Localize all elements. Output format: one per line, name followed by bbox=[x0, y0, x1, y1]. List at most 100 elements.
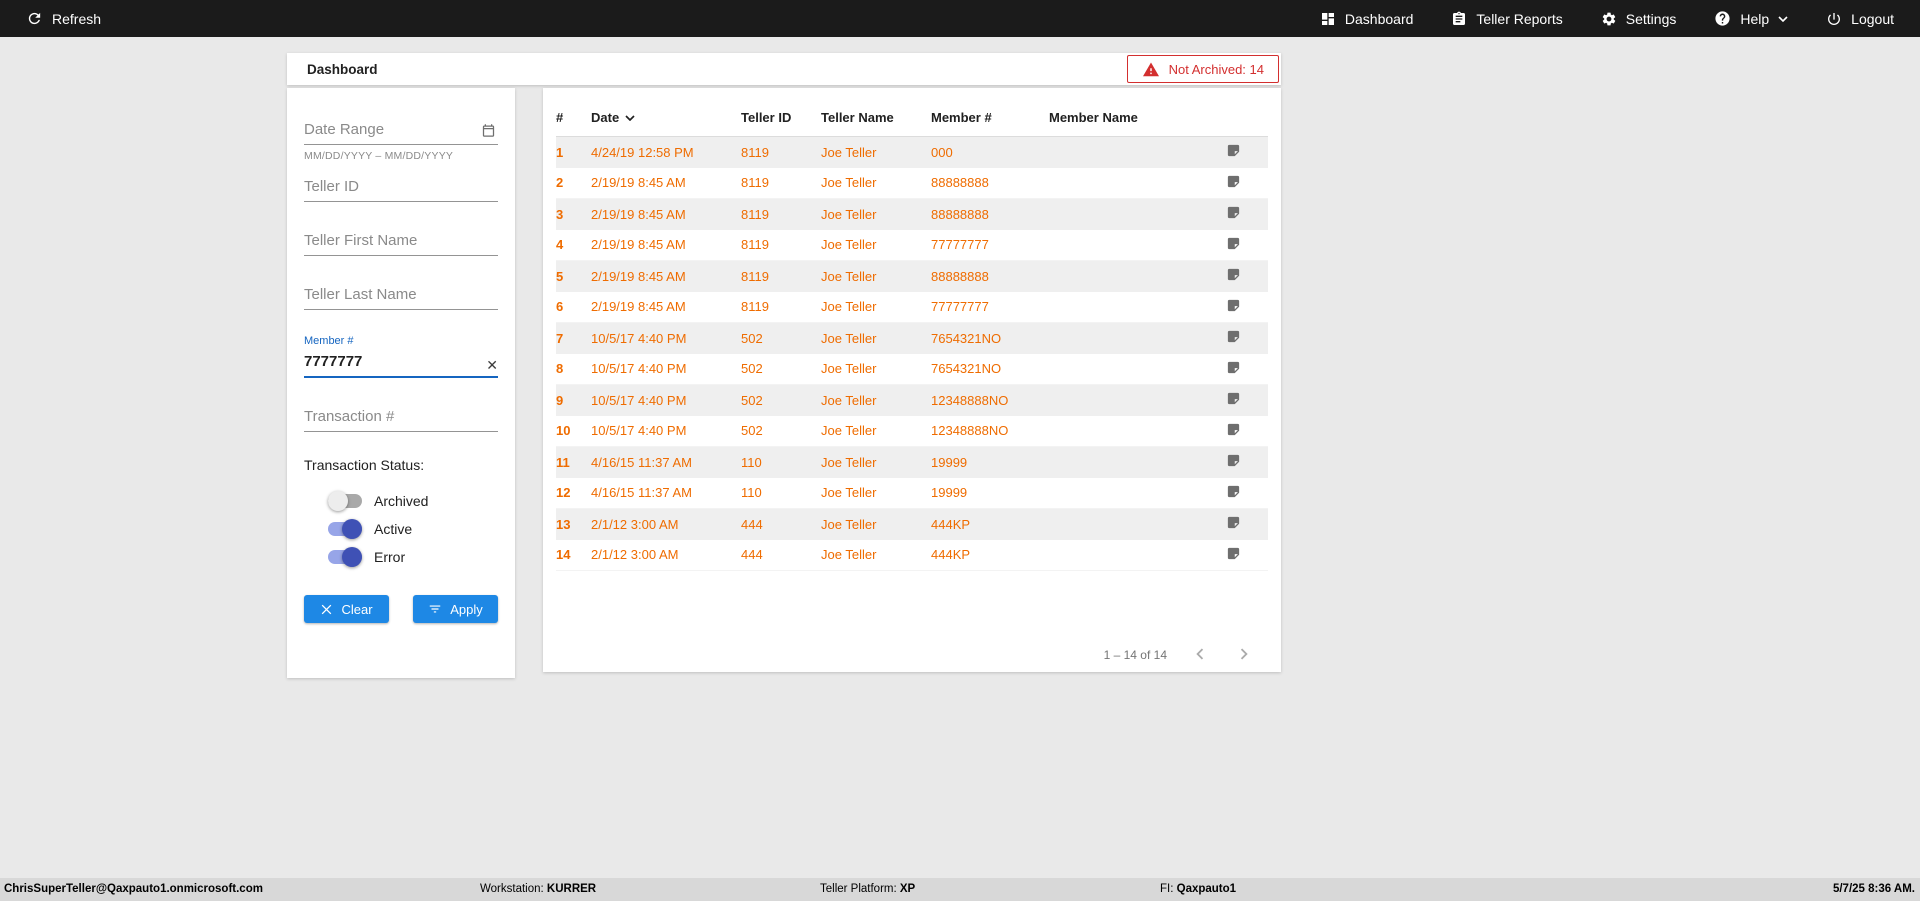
cell-num: 8 bbox=[556, 353, 591, 385]
note-icon[interactable] bbox=[1226, 484, 1241, 499]
col-date[interactable]: Date bbox=[591, 102, 741, 137]
cell-num: 10 bbox=[556, 415, 591, 447]
cell-note bbox=[1214, 353, 1268, 385]
cell-teller-id: 502 bbox=[741, 415, 821, 447]
note-icon[interactable] bbox=[1226, 174, 1241, 189]
calendar-icon[interactable] bbox=[481, 123, 496, 138]
cell-member-name bbox=[1049, 322, 1214, 354]
cell-teller-name: Joe Teller bbox=[821, 384, 931, 416]
next-page-button[interactable] bbox=[1233, 643, 1255, 667]
transaction-status-label: Transaction Status: bbox=[304, 457, 425, 473]
cell-teller-id: 8119 bbox=[741, 229, 821, 261]
note-icon[interactable] bbox=[1226, 329, 1241, 344]
note-icon[interactable] bbox=[1226, 360, 1241, 375]
toggle-archived[interactable] bbox=[328, 491, 362, 511]
toggle-row: Archived bbox=[328, 487, 498, 515]
toggle-error[interactable] bbox=[328, 547, 362, 567]
cell-teller-name: Joe Teller bbox=[821, 136, 931, 168]
cell-member-name bbox=[1049, 477, 1214, 509]
cell-teller-name: Joe Teller bbox=[821, 229, 931, 261]
cell-teller-name: Joe Teller bbox=[821, 353, 931, 385]
table-row[interactable]: 2 2/19/19 8:45 AM 8119 Joe Teller 88888888 bbox=[556, 167, 1268, 199]
table-row[interactable]: 9 10/5/17 4:40 PM 502 Joe Teller 12348888NO bbox=[556, 384, 1268, 416]
teller-id-input[interactable] bbox=[304, 173, 498, 202]
cell-member-name bbox=[1049, 384, 1214, 416]
table-row[interactable]: 8 10/5/17 4:40 PM 502 Joe Teller 7654321NO bbox=[556, 353, 1268, 385]
apply-button[interactable]: Apply bbox=[413, 595, 498, 623]
cell-member-name bbox=[1049, 260, 1214, 292]
teller-first-name-input[interactable] bbox=[304, 227, 498, 256]
date-range-input[interactable] bbox=[304, 116, 498, 145]
cell-teller-name: Joe Teller bbox=[821, 508, 931, 540]
cell-teller-id: 8119 bbox=[741, 260, 821, 292]
cell-date: 10/5/17 4:40 PM bbox=[591, 353, 741, 385]
dashboard-icon bbox=[1321, 12, 1334, 25]
nav-settings[interactable]: Settings bbox=[1599, 7, 1679, 31]
cell-note bbox=[1214, 229, 1268, 261]
table-row[interactable]: 13 2/1/12 3:00 AM 444 Joe Teller 444KP bbox=[556, 508, 1268, 540]
cell-member-number: 88888888 bbox=[931, 198, 1049, 230]
table-row[interactable]: 1 4/24/19 12:58 PM 8119 Joe Teller 000 bbox=[556, 136, 1268, 168]
note-icon[interactable] bbox=[1226, 391, 1241, 406]
teller-reports-icon bbox=[1453, 11, 1466, 25]
cell-note bbox=[1214, 291, 1268, 323]
table-row[interactable]: 12 4/16/15 11:37 AM 110 Joe Teller 19999 bbox=[556, 477, 1268, 509]
nav-help[interactable]: Help bbox=[1712, 6, 1790, 31]
toggle-label: Archived bbox=[374, 493, 429, 509]
note-icon[interactable] bbox=[1226, 546, 1241, 561]
chevron-right-icon bbox=[1240, 648, 1248, 660]
not-archived-badge[interactable]: Not Archived: 14 bbox=[1126, 55, 1279, 83]
topbar-nav: Dashboard Teller Reports Settings Help L… bbox=[1318, 6, 1896, 31]
nav-teller-reports[interactable]: Teller Reports bbox=[1449, 7, 1564, 31]
note-icon[interactable] bbox=[1226, 143, 1241, 158]
member-number-field: Member # ✕ bbox=[304, 335, 498, 378]
note-icon[interactable] bbox=[1226, 267, 1241, 282]
cell-date: 2/19/19 8:45 AM bbox=[591, 291, 741, 323]
member-number-input[interactable] bbox=[304, 348, 498, 378]
note-icon[interactable] bbox=[1226, 422, 1241, 437]
table-row[interactable]: 7 10/5/17 4:40 PM 502 Joe Teller 7654321NO bbox=[556, 322, 1268, 354]
clear-button[interactable]: Clear bbox=[304, 595, 389, 623]
cell-teller-name: Joe Teller bbox=[821, 167, 931, 199]
cell-note bbox=[1214, 415, 1268, 447]
table-row[interactable]: 11 4/16/15 11:37 AM 110 Joe Teller 19999 bbox=[556, 446, 1268, 478]
cell-teller-name: Joe Teller bbox=[821, 477, 931, 509]
teller-last-name-input[interactable] bbox=[304, 281, 498, 310]
nav-dashboard[interactable]: Dashboard bbox=[1318, 7, 1416, 31]
note-icon[interactable] bbox=[1226, 515, 1241, 530]
cell-member-number: 88888888 bbox=[931, 260, 1049, 292]
toggle-label: Error bbox=[374, 549, 406, 565]
note-icon[interactable] bbox=[1226, 298, 1241, 313]
note-icon[interactable] bbox=[1226, 236, 1241, 251]
table-row[interactable]: 5 2/19/19 8:45 AM 8119 Joe Teller 88888888 bbox=[556, 260, 1268, 292]
cell-teller-id: 444 bbox=[741, 539, 821, 571]
topbar: Refresh Dashboard Teller Reports Setting… bbox=[0, 0, 1920, 37]
table-row[interactable]: 4 2/19/19 8:45 AM 8119 Joe Teller 77777777 bbox=[556, 229, 1268, 261]
note-icon[interactable] bbox=[1226, 205, 1241, 220]
table-row[interactable]: 14 2/1/12 3:00 AM 444 Joe Teller 444KP bbox=[556, 539, 1268, 571]
previous-page-button[interactable] bbox=[1189, 643, 1211, 667]
nav-dashboard-label: Dashboard bbox=[1344, 10, 1414, 27]
col-member-number: Member # bbox=[931, 102, 1049, 137]
table-row[interactable]: 6 2/19/19 8:45 AM 8119 Joe Teller 77777777 bbox=[556, 291, 1268, 323]
transaction-number-input[interactable] bbox=[304, 403, 498, 432]
refresh-button[interactable]: Refresh bbox=[24, 6, 103, 31]
cell-teller-id: 502 bbox=[741, 322, 821, 354]
toggle-row: Active bbox=[328, 515, 498, 543]
toggle-active[interactable] bbox=[328, 519, 362, 539]
cell-note bbox=[1214, 446, 1268, 478]
statusbar: ChrisSuperTeller@Qaxpauto1.onmicrosoft.c… bbox=[0, 878, 1920, 901]
cell-date: 2/19/19 8:45 AM bbox=[591, 260, 741, 292]
cell-num: 1 bbox=[556, 136, 591, 168]
nav-logout[interactable]: Logout bbox=[1824, 7, 1896, 31]
cell-teller-id: 8119 bbox=[741, 291, 821, 323]
cell-member-number: 77777777 bbox=[931, 291, 1049, 323]
cell-note bbox=[1214, 508, 1268, 540]
col-teller-name: Teller Name bbox=[821, 102, 931, 137]
cell-member-number: 12348888NO bbox=[931, 384, 1049, 416]
table-row[interactable]: 3 2/19/19 8:45 AM 8119 Joe Teller 88888888 bbox=[556, 198, 1268, 230]
clear-member-icon[interactable]: ✕ bbox=[486, 358, 498, 372]
table-row[interactable]: 10 10/5/17 4:40 PM 502 Joe Teller 12348888NO bbox=[556, 415, 1268, 447]
cell-teller-id: 110 bbox=[741, 477, 821, 509]
note-icon[interactable] bbox=[1226, 453, 1241, 468]
